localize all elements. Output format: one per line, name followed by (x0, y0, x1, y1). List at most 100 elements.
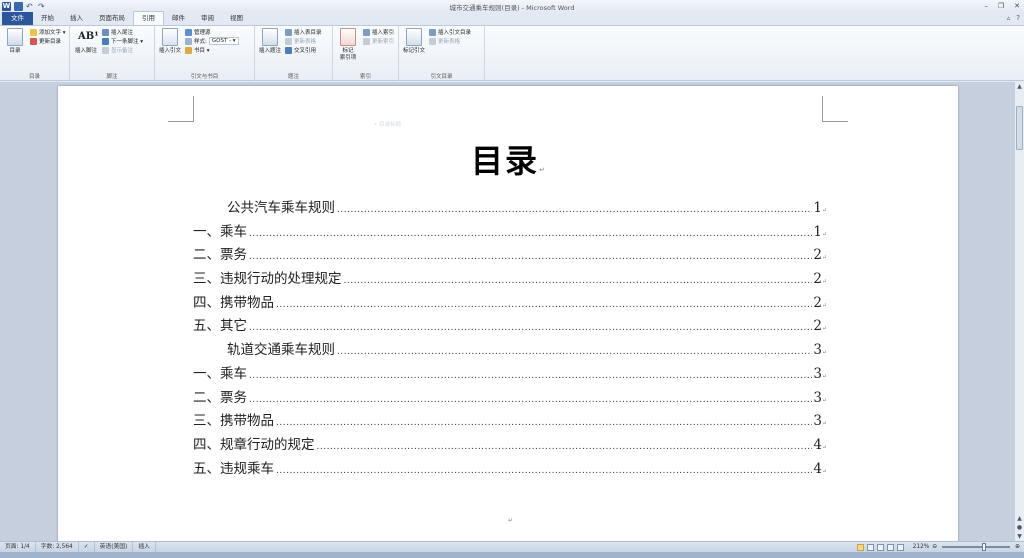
cross-reference-icon (285, 46, 292, 54)
update-authorities-button[interactable]: 更新表格 (429, 37, 471, 45)
tab-view[interactable]: 视图 (222, 12, 251, 25)
toc-leader-dots (317, 442, 813, 452)
style-dropdown[interactable]: GOST - ▾ (208, 37, 239, 45)
toc-entry-text: 二、票务 (193, 389, 247, 406)
update-table-button[interactable]: 更新表格 (285, 37, 322, 45)
prev-page-icon[interactable]: ▲ (1015, 514, 1024, 523)
minimize-button[interactable]: – (984, 0, 988, 12)
toc-entry[interactable]: 四、携带物品 2↵ (193, 291, 827, 315)
tab-mailings[interactable]: 邮件 (164, 12, 193, 25)
toc-entry[interactable]: 二、票务 3↵ (193, 386, 827, 410)
add-text-icon (30, 28, 37, 36)
paragraph-mark: ↵ (821, 278, 827, 286)
help-icon[interactable]: ? (1016, 12, 1020, 25)
undo-icon[interactable]: ↶ (26, 2, 35, 11)
tab-file[interactable]: 文件 (2, 12, 33, 25)
toc-leader-dots (249, 371, 812, 381)
redo-icon[interactable]: ↷ (38, 2, 47, 11)
tab-insert[interactable]: 插入 (62, 12, 91, 25)
toc-leader-dots (249, 229, 812, 239)
paragraph-mark: ↵ (821, 372, 827, 380)
mark-citation-icon (406, 28, 422, 46)
document-page[interactable]: • 目录标题 目录↵ 公共汽车乘车规则1↵一、乘车1↵二、票务2↵三、违规行动的… (58, 86, 958, 541)
toc-leader-dots (249, 395, 812, 405)
update-toc-icon (30, 37, 37, 45)
tab-home[interactable]: 开始 (33, 12, 62, 25)
update-table-icon (285, 37, 292, 45)
web-layout-view-icon[interactable] (876, 543, 884, 551)
insert-index-button[interactable]: 插入索引 (363, 28, 394, 36)
zoom-slider[interactable] (942, 543, 1011, 551)
toc-entry[interactable]: 二、票务 2↵ (193, 243, 827, 267)
bibliography-button[interactable]: 书目 ▾ (185, 46, 239, 54)
status-word-count[interactable]: 字数: 2,564 (36, 542, 79, 552)
toc-entry[interactable]: 一、乘车 1↵ (193, 220, 827, 244)
group-label-authorities: 引文目录 (430, 74, 453, 80)
paragraph-mark: ↵ (821, 325, 827, 333)
toc-entry-text: 轨道交通乘车规则 (227, 342, 335, 359)
save-icon[interactable] (14, 1, 23, 11)
next-page-icon[interactable]: ▼ (1015, 532, 1024, 541)
draft-view-icon[interactable] (896, 543, 904, 551)
update-toc-button[interactable]: 更新目录 (30, 37, 66, 45)
toc-entry[interactable]: 公共汽车乘车规则 1↵ (193, 196, 827, 220)
toc-entry[interactable]: 三、携带物品 3↵ (193, 409, 827, 433)
toc-group: 目录 添加文字 ▾ 更新目录 目录 (0, 26, 70, 81)
toc-leader-dots (249, 323, 812, 333)
end-paragraph-mark: ↵ (508, 517, 514, 524)
table-of-authorities-icon (429, 28, 436, 36)
print-layout-view-icon[interactable] (856, 543, 864, 551)
toc-entry-text: 一、乘车 (193, 365, 247, 382)
status-language[interactable]: 英语(美国) (95, 542, 134, 552)
toc-page-number: 4 (813, 436, 822, 453)
toc-entry[interactable]: 五、违规乘车 4↵ (193, 457, 827, 481)
add-text-button[interactable]: 添加文字 ▾ (30, 28, 66, 36)
show-notes-button[interactable]: 显示备注 (102, 46, 143, 54)
toc-entry[interactable]: 一、乘车 3↵ (193, 362, 827, 386)
status-insert-mode[interactable]: 插入 (133, 542, 156, 552)
toc-entry[interactable]: 四、规章行动的规定 4↵ (193, 433, 827, 457)
heading-hint: • 目录标题 (374, 122, 401, 128)
toc-entry[interactable]: 三、违规行动的处理规定 2↵ (193, 267, 827, 291)
toc-entry[interactable]: 五、其它 2↵ (193, 314, 827, 338)
next-footnote-button[interactable]: 下一条脚注 ▾ (102, 37, 143, 45)
proofing-icon[interactable]: ✓ (79, 542, 95, 552)
zoom-slider-thumb[interactable] (982, 543, 987, 551)
insert-table-of-authorities-button[interactable]: 插入引文目录 (429, 28, 471, 36)
toc-page-number: 1 (813, 223, 822, 240)
paragraph-mark: ↵ (821, 349, 827, 357)
document-area[interactable]: • 目录标题 目录↵ 公共汽车乘车规则1↵一、乘车1↵二、票务2↵三、违规行动的… (0, 82, 1014, 541)
status-page[interactable]: 页面: 1/4 (0, 542, 36, 552)
toc-page-number: 2 (813, 247, 822, 264)
footnote-icon: AB¹ (78, 31, 99, 42)
toc-title[interactable]: 目录↵ (58, 136, 958, 182)
collapse-ribbon-icon[interactable]: ▵ (1007, 12, 1011, 25)
outline-view-icon[interactable] (886, 543, 894, 551)
insert-table-of-figures-button[interactable]: 插入表目录 (285, 28, 322, 36)
zoom-in-icon[interactable]: ⊕ (1015, 544, 1020, 550)
insert-endnote-button[interactable]: 插入尾注 (102, 28, 143, 36)
citation-style-select[interactable]: 样式: GOST - ▾ (185, 37, 239, 45)
close-button[interactable]: ✕ (1014, 0, 1020, 12)
zoom-out-icon[interactable]: ⊖ (932, 544, 937, 550)
restore-button[interactable]: ❐ (998, 0, 1004, 12)
browse-object-icon[interactable]: ● (1015, 523, 1024, 532)
word-app-icon[interactable]: W (2, 1, 11, 11)
cross-reference-button[interactable]: 交叉引用 (285, 46, 322, 54)
tab-review[interactable]: 审阅 (193, 12, 222, 25)
toc-leader-dots (337, 205, 812, 215)
endnote-icon (102, 28, 109, 36)
scroll-up-icon[interactable]: ▲ (1015, 82, 1024, 91)
tab-references[interactable]: 引用 (133, 11, 164, 25)
tab-page-layout[interactable]: 页面布局 (91, 12, 133, 25)
toc-entry[interactable]: 轨道交通乘车规则 3↵ (193, 338, 827, 362)
zoom-level[interactable]: 212% (913, 544, 930, 550)
toc-page-number: 1 (813, 200, 822, 216)
vertical-scrollbar[interactable]: ▲ ▲ ● ▼ (1014, 82, 1024, 541)
scroll-thumb[interactable] (1016, 106, 1023, 150)
manage-sources-button[interactable]: 管理源 (185, 28, 239, 36)
update-index-button[interactable]: 更新索引 (363, 37, 394, 45)
ribbon: 目录 添加文字 ▾ 更新目录 目录 AB¹ 插入脚注 插入尾注 下一条脚注 ▾ … (0, 26, 1024, 81)
full-screen-view-icon[interactable] (866, 543, 874, 551)
next-footnote-icon (102, 37, 109, 45)
